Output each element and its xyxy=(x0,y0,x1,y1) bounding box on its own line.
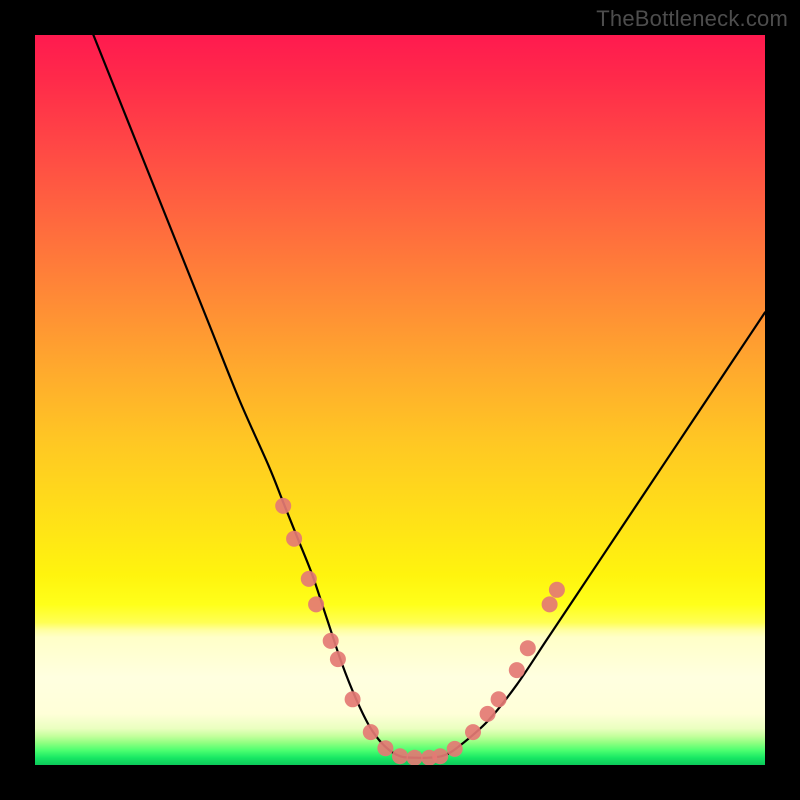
curve-marker xyxy=(308,596,324,612)
curve-marker xyxy=(377,740,393,756)
curve-marker xyxy=(330,651,346,667)
curve-marker xyxy=(286,531,302,547)
curve-marker xyxy=(465,724,481,740)
chart-frame: TheBottleneck.com xyxy=(0,0,800,800)
curve-marker xyxy=(480,706,496,722)
curve-marker xyxy=(363,724,379,740)
curve-marker xyxy=(549,582,565,598)
curve-markers xyxy=(275,498,565,765)
bottleneck-curve-path xyxy=(93,35,765,758)
plot-area xyxy=(35,35,765,765)
curve-marker xyxy=(447,741,463,757)
curve-marker xyxy=(509,662,525,678)
curve-marker xyxy=(392,748,408,764)
curve-marker xyxy=(301,571,317,587)
curve-marker xyxy=(275,498,291,514)
curve-marker xyxy=(542,596,558,612)
watermark-text: TheBottleneck.com xyxy=(596,6,788,32)
curve-marker xyxy=(432,748,448,764)
curve-marker xyxy=(520,640,536,656)
bottleneck-curve-svg xyxy=(35,35,765,765)
curve-marker xyxy=(407,750,423,765)
curve-marker xyxy=(491,691,507,707)
curve-marker xyxy=(323,633,339,649)
curve-marker xyxy=(345,691,361,707)
